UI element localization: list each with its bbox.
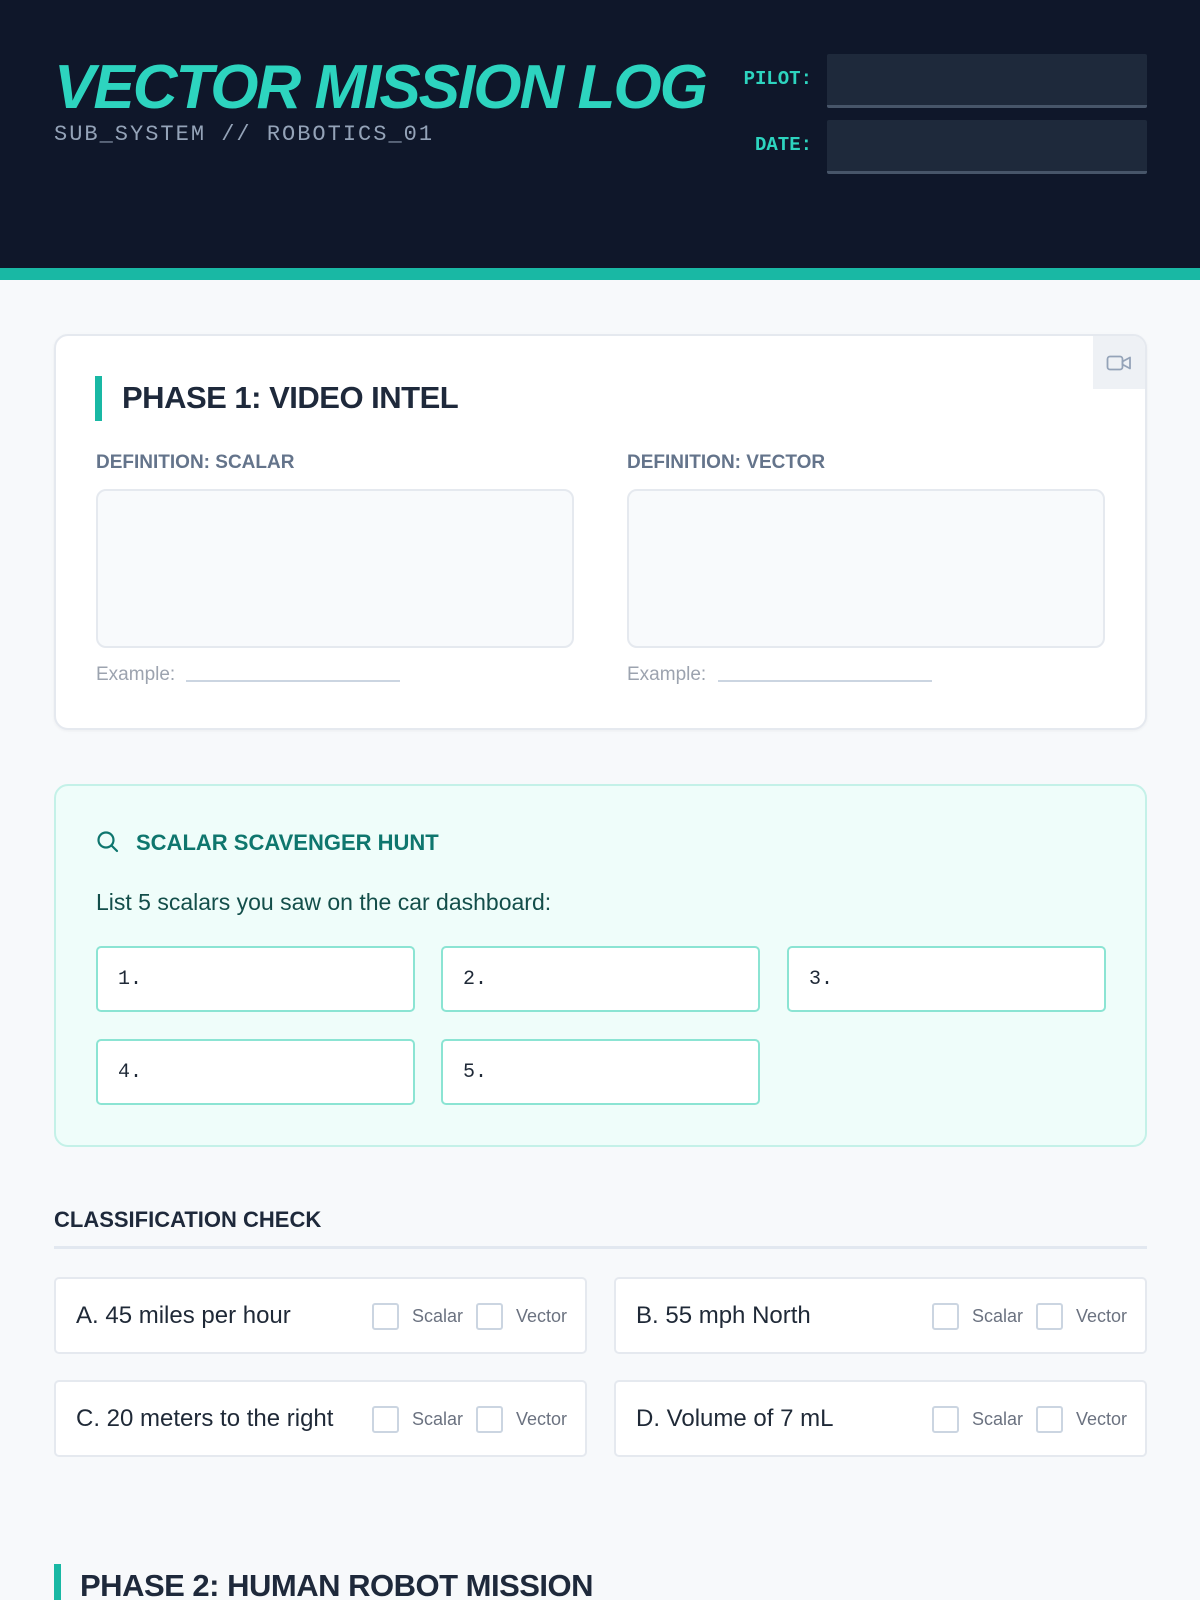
vector-checkbox[interactable] bbox=[1036, 1406, 1063, 1433]
classification-item-text: B. 55 mph North bbox=[636, 1302, 811, 1329]
vector-option-label: Vector bbox=[516, 1409, 568, 1429]
scalar-answer-field-5[interactable]: 5. bbox=[441, 1039, 760, 1105]
vector-option-label: Vector bbox=[1076, 1409, 1128, 1429]
pilot-label: PILOT: bbox=[743, 68, 812, 90]
scalar-answer-field-3[interactable]: 3. bbox=[787, 946, 1106, 1012]
classification-item-text: D. Volume of 7 mL bbox=[636, 1405, 834, 1432]
vector-option-label: Vector bbox=[1076, 1306, 1128, 1326]
scalar-option-label: Scalar bbox=[972, 1409, 1024, 1429]
phase2-title: PHASE 2: HUMAN ROBOT MISSION bbox=[80, 1568, 594, 1600]
header-accent-bar bbox=[0, 268, 1200, 280]
scalar-checkbox[interactable] bbox=[932, 1303, 959, 1330]
vector-definition-field[interactable] bbox=[627, 489, 1105, 648]
scavenger-hunt-prompt: List 5 scalars you saw on the car dashbo… bbox=[96, 889, 552, 915]
classification-item-text: C. 20 meters to the right bbox=[76, 1405, 334, 1432]
scalar-option-label: Scalar bbox=[972, 1306, 1024, 1326]
pilot-field[interactable] bbox=[827, 54, 1147, 108]
vector-checkbox[interactable] bbox=[476, 1303, 503, 1330]
vector-checkbox[interactable] bbox=[1036, 1303, 1063, 1330]
scalar-example-field[interactable] bbox=[186, 680, 400, 682]
vector-option-label: Vector bbox=[516, 1306, 568, 1326]
scalar-option-label: Scalar bbox=[412, 1409, 464, 1429]
classification-item-text: A. 45 miles per hour bbox=[76, 1302, 291, 1329]
scalar-definition-field[interactable] bbox=[96, 489, 574, 648]
video-tab[interactable] bbox=[1093, 336, 1145, 389]
vector-example-field[interactable] bbox=[718, 680, 932, 682]
scalar-example-label: Example: bbox=[96, 664, 176, 685]
classification-item: D. Volume of 7 mL Scalar Vector bbox=[614, 1380, 1147, 1457]
scalar-answer-field-2[interactable]: 2. bbox=[441, 946, 760, 1012]
page-subtitle: SUB_SYSTEM // ROBOTICS_01 bbox=[54, 122, 435, 147]
classification-item: B. 55 mph North Scalar Vector bbox=[614, 1277, 1147, 1354]
scalar-option-label: Scalar bbox=[412, 1306, 464, 1326]
classification-divider bbox=[54, 1246, 1147, 1249]
search-icon bbox=[97, 831, 119, 853]
vector-example-label: Example: bbox=[627, 664, 707, 685]
scalar-answer-field-1[interactable]: 1. bbox=[96, 946, 415, 1012]
date-label: DATE: bbox=[754, 134, 812, 156]
phase1-accent-bar bbox=[95, 376, 102, 421]
scalar-checkbox[interactable] bbox=[372, 1406, 399, 1433]
scalar-answer-field-4[interactable]: 4. bbox=[96, 1039, 415, 1105]
date-field[interactable] bbox=[827, 120, 1147, 174]
phase2-accent-bar bbox=[54, 1564, 61, 1600]
scalar-definition-label: DEFINITION: SCALAR bbox=[96, 452, 295, 473]
scavenger-hunt-title: SCALAR SCAVENGER HUNT bbox=[136, 830, 439, 855]
classification-item: A. 45 miles per hour Scalar Vector bbox=[54, 1277, 587, 1354]
classification-title: CLASSIFICATION CHECK bbox=[54, 1207, 322, 1232]
vector-checkbox[interactable] bbox=[476, 1406, 503, 1433]
video-camera-icon bbox=[1106, 355, 1131, 370]
vector-definition-label: DEFINITION: VECTOR bbox=[627, 452, 826, 473]
classification-item: C. 20 meters to the right Scalar Vector bbox=[54, 1380, 587, 1457]
phase1-title: PHASE 1: VIDEO INTEL bbox=[122, 380, 459, 415]
scalar-checkbox[interactable] bbox=[932, 1406, 959, 1433]
scalar-checkbox[interactable] bbox=[372, 1303, 399, 1330]
page-title: VECTOR MISSION LOG bbox=[54, 53, 708, 122]
